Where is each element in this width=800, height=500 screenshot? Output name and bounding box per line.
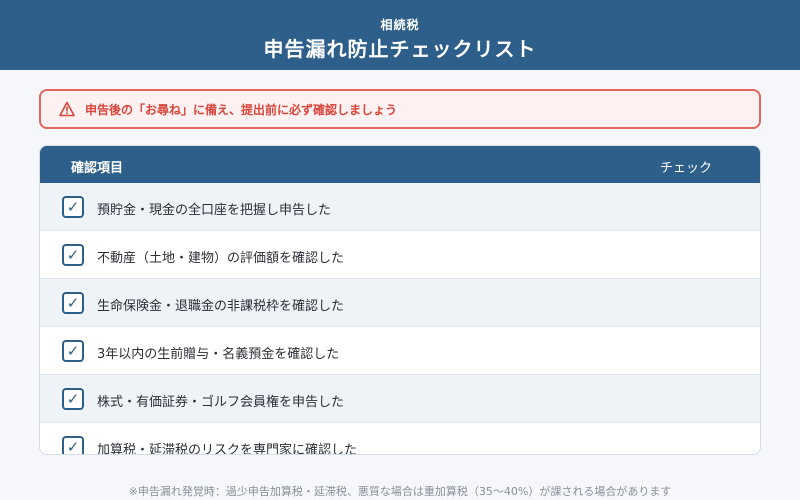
- page-subtitle: 相続税: [380, 18, 420, 32]
- alert-text: 申告後の「お尋ね」に備え、提出前に必ず確認しましょう: [85, 102, 398, 117]
- checklist-table: 確認項目 チェック ✓ 預貯金・現金の全口座を把握し申告した ✓ 不動産（土地・…: [39, 145, 761, 455]
- checkbox-securities[interactable]: ✓: [62, 388, 84, 410]
- table-header: 確認項目 チェック: [40, 146, 760, 183]
- table-row: ✓ 不動産（土地・建物）の評価額を確認した: [40, 231, 760, 279]
- checkbox-real-estate[interactable]: ✓: [62, 244, 84, 266]
- row-label: 預貯金・現金の全口座を把握し申告した: [97, 203, 332, 218]
- checkbox-gifts[interactable]: ✓: [62, 340, 84, 362]
- table-body: ✓ 預貯金・現金の全口座を把握し申告した ✓ 不動産（土地・建物）の評価額を確認…: [40, 183, 760, 455]
- row-label: 株式・有価証券・ゴルフ会員権を申告した: [97, 395, 345, 410]
- table-row: ✓ 生命保険金・退職金の非課税枠を確認した: [40, 279, 760, 327]
- page-title: 申告漏れ防止チェックリスト: [263, 37, 537, 61]
- warning-icon: [59, 101, 75, 117]
- page-header: 相続税 申告漏れ防止チェックリスト: [0, 0, 800, 70]
- checkbox-savings[interactable]: ✓: [62, 196, 84, 218]
- checkbox-penalty-tax[interactable]: ✓: [62, 436, 84, 454]
- table-row: ✓ 3年以内の生前贈与・名義預金を確認した: [40, 327, 760, 375]
- table-row: ✓ 加算税・延滞税のリスクを専門家に確認した: [40, 423, 760, 455]
- checkbox-insurance[interactable]: ✓: [62, 292, 84, 314]
- column-header-check: チェック: [660, 161, 713, 176]
- row-label: 生命保険金・退職金の非課税枠を確認した: [97, 299, 345, 314]
- table-row: ✓ 預貯金・現金の全口座を把握し申告した: [40, 183, 760, 231]
- column-header-item: 確認項目: [71, 161, 124, 176]
- row-label: 3年以内の生前贈与・名義預金を確認した: [97, 347, 340, 362]
- row-label: 不動産（土地・建物）の評価額を確認した: [97, 251, 345, 266]
- row-label: 加算税・延滞税のリスクを専門家に確認した: [97, 443, 358, 455]
- alert-banner: 申告後の「お尋ね」に備え、提出前に必ず確認しましょう: [39, 89, 761, 129]
- table-row: ✓ 株式・有価証券・ゴルフ会員権を申告した: [40, 375, 760, 423]
- footnote: ※申告漏れ発覚時：過少申告加算税・延滞税、悪質な場合は重加算税（35〜40%）が…: [128, 485, 672, 498]
